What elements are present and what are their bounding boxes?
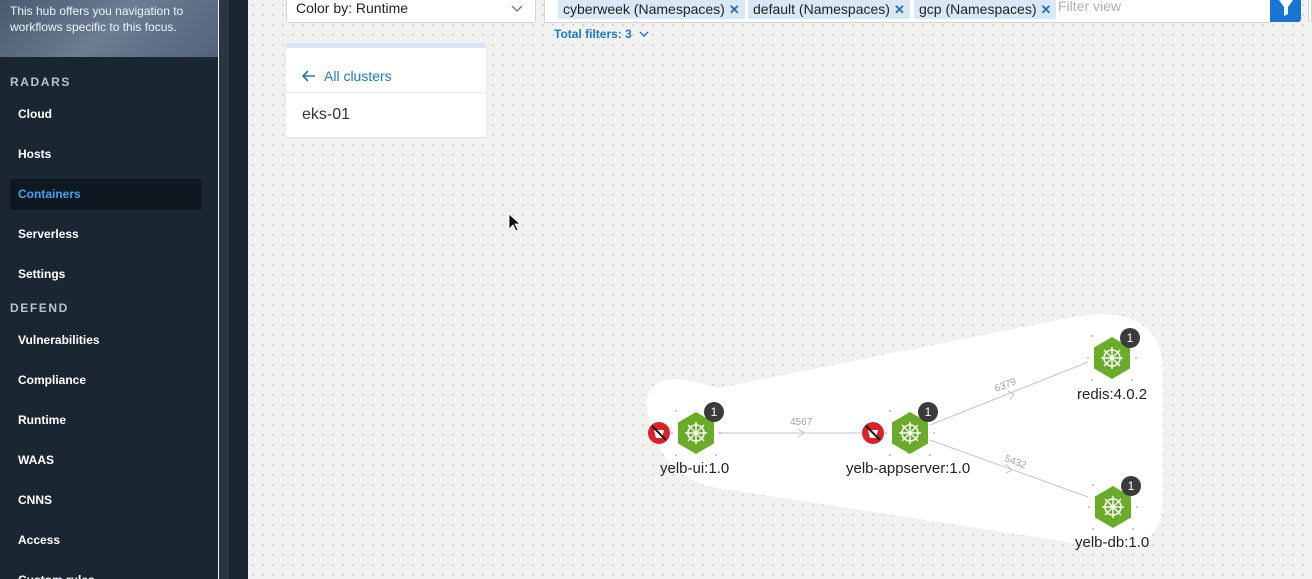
sidebar-item-cnns[interactable]: CNNS <box>10 485 201 516</box>
node-label: yelb-appserver:1.0 <box>846 460 971 477</box>
sidebar-item-vulnerabilities[interactable]: Vulnerabilities <box>10 325 201 356</box>
sidebar-item-containers[interactable]: Containers <box>10 179 201 210</box>
sidebar-item-cloud[interactable]: Cloud <box>10 99 201 130</box>
section-title-radars: RADARS <box>10 75 71 89</box>
sidebar-item-serverless[interactable]: Serverless <box>10 219 201 250</box>
total-filters-toggle[interactable]: Total filters: 3 <box>554 27 649 41</box>
chevron-down-icon <box>511 0 523 31</box>
cluster-name[interactable]: eks-01 <box>302 106 350 124</box>
edge-port-label: 4567 <box>790 417 813 428</box>
color-by-value: Color by: Runtime <box>296 0 409 16</box>
cluster-card: All clusters eks-01 <box>286 43 486 137</box>
hub-text-line1: This hub offers you navigation to <box>10 4 184 18</box>
filter-chip: cyberweek (Namespaces) ✕ <box>558 0 745 19</box>
filter-button[interactable] <box>1270 0 1301 22</box>
filter-chip: default (Namespaces) ✕ <box>748 0 910 19</box>
all-clusters-label: All clusters <box>324 68 392 84</box>
arrow-left-icon <box>301 70 315 82</box>
sidebar-item-compliance[interactable]: Compliance <box>10 365 201 396</box>
total-filters-label: Total filters: 3 <box>554 27 632 41</box>
filter-placeholder: Filter view <box>1058 0 1122 14</box>
sidebar-edge <box>229 0 248 579</box>
namespace-boundary <box>647 314 1163 549</box>
chevron-down-icon <box>639 31 649 37</box>
node-label: yelb-db:1.0 <box>1075 534 1150 551</box>
sidebar: This hub offers you navigation to workfl… <box>0 0 218 579</box>
filter-chip: gcp (Namespaces) ✕ <box>914 0 1057 19</box>
remove-filter-icon[interactable]: ✕ <box>1041 2 1052 17</box>
remove-filter-icon[interactable]: ✕ <box>894 2 905 17</box>
sidebar-item-hosts[interactable]: Hosts <box>10 139 201 170</box>
remove-filter-icon[interactable]: ✕ <box>729 2 740 17</box>
sidebar-item-waas[interactable]: WAAS <box>10 445 201 476</box>
card-divider <box>286 92 486 93</box>
filter-chip-label: default (Namespaces) <box>753 1 890 17</box>
hub-text-line2: workflows specific to this focus. <box>10 20 177 34</box>
hub-banner: This hub offers you navigation to workfl… <box>0 0 218 57</box>
all-clusters-link[interactable]: All clusters <box>301 68 392 84</box>
sidebar-item-access[interactable]: Access <box>10 525 201 556</box>
sidebar-scrollbar[interactable] <box>219 0 229 579</box>
panel-edge <box>1308 0 1312 22</box>
funnel-icon <box>1278 0 1293 16</box>
filter-chip-label: cyberweek (Namespaces) <box>563 1 725 17</box>
sidebar-item-settings[interactable]: Settings <box>10 259 201 290</box>
node-label: redis:4.0.2 <box>1077 386 1148 403</box>
filter-input[interactable]: cyberweek (Namespaces) ✕ default (Namespa… <box>544 0 1270 23</box>
color-by-select[interactable]: Color by: Runtime <box>286 0 536 23</box>
sidebar-item-custom-rules[interactable]: Custom rules <box>10 565 201 579</box>
node-label: yelb-ui:1.0 <box>660 460 730 477</box>
filter-chip-label: gcp (Namespaces) <box>919 1 1037 17</box>
section-title-defend: DEFEND <box>10 301 69 315</box>
sidebar-item-runtime[interactable]: Runtime <box>10 405 201 436</box>
